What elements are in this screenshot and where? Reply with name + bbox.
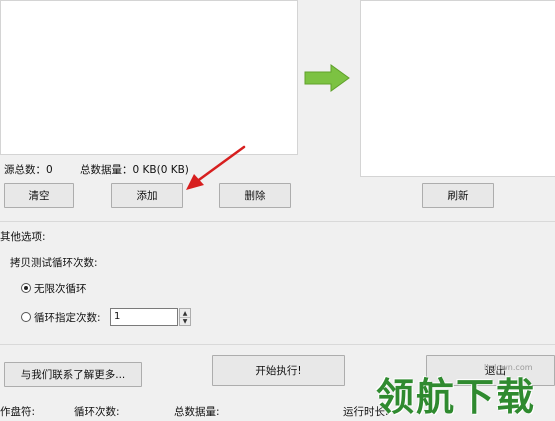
stepper-down-icon[interactable]: ▼	[180, 317, 190, 325]
transfer-arrow-icon	[304, 64, 350, 92]
refresh-button[interactable]: 刷新	[422, 183, 494, 208]
divider	[0, 221, 555, 222]
start-button[interactable]: 开始执行!	[212, 355, 345, 386]
source-count-label: 源总数：0	[4, 164, 53, 176]
loop-count-stepper[interactable]: ▲ ▼	[179, 308, 191, 326]
loop-count-input[interactable]: 1	[110, 308, 178, 326]
source-list-panel[interactable]	[0, 0, 298, 155]
stepper-up-icon[interactable]: ▲	[180, 309, 190, 317]
annotation-arrow-icon	[186, 145, 246, 190]
watermark-brand-logo: 领航下载	[376, 375, 537, 419]
total-size-label: 总数据量：0 KB(0 KB)	[80, 164, 189, 176]
divider	[0, 344, 555, 345]
destination-list-panel[interactable]	[360, 0, 555, 177]
infinite-loop-label[interactable]: 无限次循环	[34, 281, 87, 296]
options-group-title: 其他选项:	[0, 231, 46, 243]
infinite-loop-radio[interactable]	[21, 283, 31, 293]
specified-loop-label[interactable]: 循环指定次数:	[34, 310, 101, 325]
add-button[interactable]: 添加	[111, 183, 183, 208]
contact-us-button[interactable]: 与我们联系了解更多...	[4, 362, 142, 387]
clear-button[interactable]: 清空	[4, 183, 74, 208]
specified-loop-radio[interactable]	[21, 312, 31, 322]
loop-count-title: 拷贝测试循环次数:	[10, 257, 98, 269]
